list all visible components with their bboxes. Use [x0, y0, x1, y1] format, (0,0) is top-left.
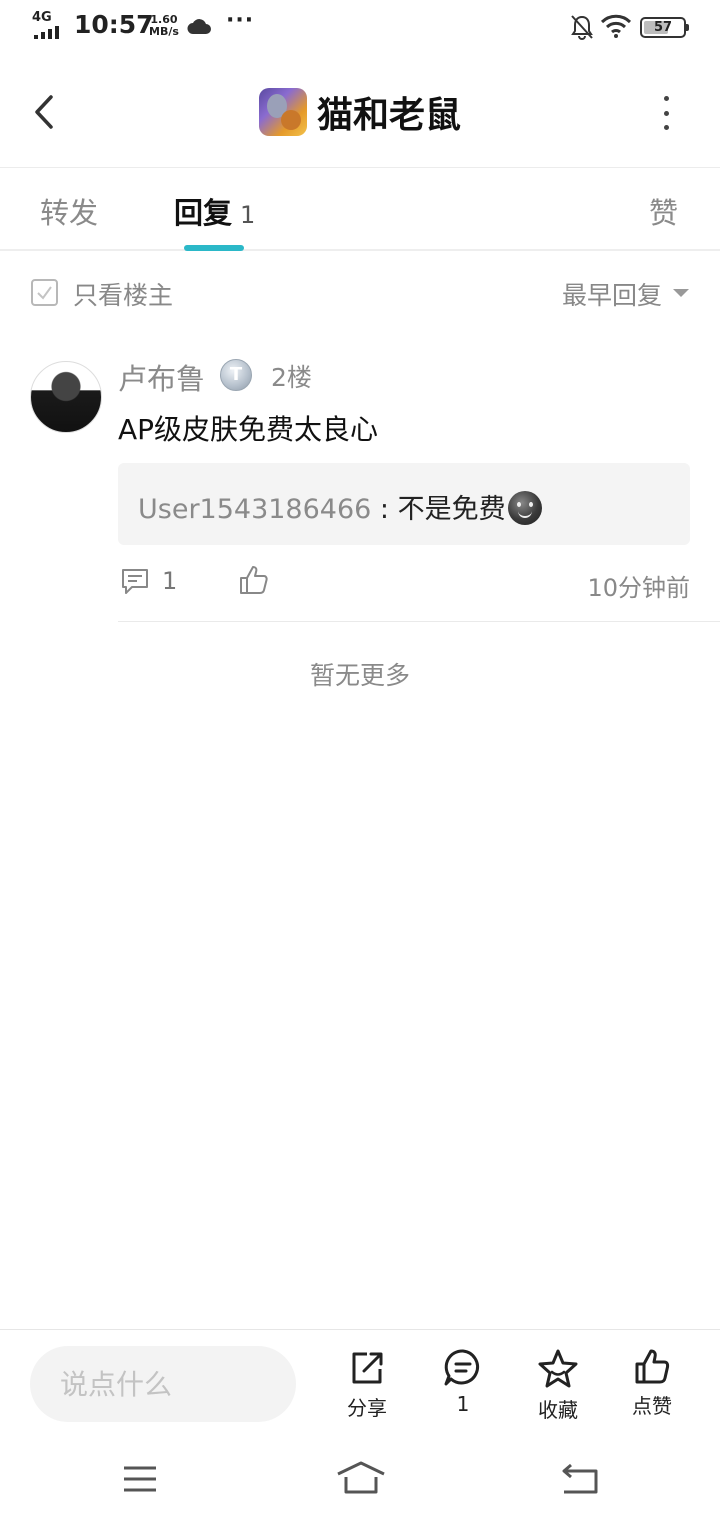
divider [118, 621, 720, 622]
status-time: 10:57 [74, 10, 154, 39]
thumbs-up-icon [635, 1349, 670, 1384]
battery-icon: 57 [640, 17, 689, 38]
more-vertical-icon [663, 96, 669, 101]
tab-reply[interactable]: 回复 1 [174, 190, 255, 232]
home-icon[interactable] [336, 1460, 386, 1500]
menu-icon[interactable] [122, 1464, 158, 1498]
check-icon [37, 286, 52, 300]
sub-reply-text: 不是免费 [397, 494, 506, 525]
system-nav-bar [0, 1440, 720, 1520]
more-options-button[interactable] [652, 96, 680, 130]
thumbs-up-icon [240, 566, 268, 594]
sub-reply-separator: : [371, 494, 398, 525]
title-group[interactable]: 猫和老鼠 [0, 86, 720, 138]
status-bar: 4G 10:57 1.60 MB/s ··· 57 [0, 0, 720, 56]
username[interactable]: 卢布鲁 [118, 356, 205, 398]
network-speed: 1.60 MB/s [149, 14, 179, 38]
network-speed-unit: MB/s [149, 25, 179, 38]
reply-actions: 1 10分钟前 [118, 564, 690, 604]
favorite-button[interactable]: 收藏 [523, 1348, 593, 1428]
like-button[interactable]: 点赞 [617, 1348, 687, 1428]
nav-back-icon[interactable] [560, 1462, 600, 1500]
like-label: 点赞 [632, 1394, 672, 1418]
sub-reply-user[interactable]: User1543186466 [138, 494, 371, 525]
bell-off-icon [570, 14, 594, 44]
comment-icon [122, 569, 148, 594]
floor-number: 2楼 [271, 363, 312, 392]
wifi-icon [600, 14, 632, 42]
reply-like-button[interactable] [238, 564, 270, 600]
caret-down-icon[interactable] [673, 289, 689, 297]
share-label: 分享 [347, 1396, 387, 1420]
reply-comment-button[interactable]: 1 [120, 566, 177, 596]
reply-content: AP级皮肤免费太良心 [118, 413, 379, 446]
smiley-emoji-icon [507, 491, 542, 525]
reply-time: 10分钟前 [587, 574, 690, 602]
comment-input[interactable] [30, 1346, 296, 1422]
level-badge-icon: T [220, 359, 252, 391]
only-op-label[interactable]: 只看楼主 [73, 276, 173, 312]
cloud-icon [186, 16, 212, 40]
battery-level: 57 [653, 20, 673, 35]
page-title: 猫和老鼠 [316, 95, 461, 136]
bottom-action-bar: 分享 1 收藏 点赞 [0, 1329, 720, 1439]
cellular-signal-icon: 4G [32, 10, 66, 40]
active-tab-indicator [184, 245, 244, 251]
sub-reply-box[interactable]: User1543186466 : 不是免费 [118, 463, 690, 545]
avatar[interactable] [30, 361, 102, 433]
tab-bar: 转发 回复 1 赞 [0, 168, 720, 251]
game-icon [258, 88, 307, 136]
tab-like[interactable]: 赞 [649, 190, 678, 232]
network-type: 4G [32, 10, 52, 25]
comment-button[interactable]: 1 [428, 1348, 498, 1428]
reply-comment-count: 1 [162, 567, 178, 595]
sort-dropdown[interactable]: 最早回复 [562, 276, 662, 312]
filter-row: 只看楼主 最早回复 [0, 252, 720, 332]
only-op-checkbox[interactable] [31, 279, 58, 306]
tab-forward[interactable]: 转发 [40, 190, 98, 232]
list-end-text: 暂无更多 [309, 661, 410, 690]
favorite-label: 收藏 [538, 1398, 578, 1422]
tab-reply-label: 回复 [174, 196, 233, 230]
star-icon [538, 1349, 578, 1388]
comment-bubble-icon [444, 1349, 479, 1386]
status-more-indicator: ··· [226, 8, 255, 33]
share-icon [352, 1352, 383, 1384]
header: 猫和老鼠 [0, 56, 720, 168]
reply-item[interactable]: 卢布鲁 T 2楼 AP级皮肤免费太良心 User1543186466 : 不是免… [0, 340, 720, 622]
share-button[interactable]: 分享 [332, 1348, 402, 1428]
tab-reply-count: 1 [240, 201, 256, 229]
comment-count-label: 1 [456, 1392, 470, 1416]
